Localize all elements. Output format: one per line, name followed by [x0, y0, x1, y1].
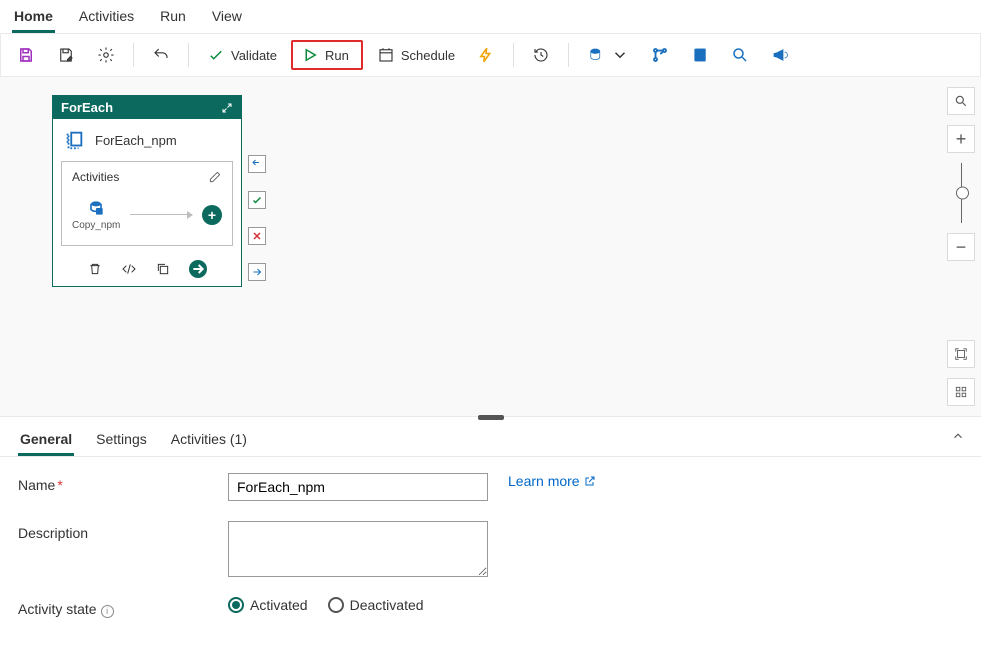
copy-node-label: Copy_npm	[72, 220, 120, 231]
status-completion-badge[interactable]	[248, 263, 266, 281]
fit-screen-button[interactable]	[947, 340, 975, 368]
run-label: Run	[325, 48, 349, 63]
bolt-icon	[477, 46, 495, 64]
radio-deactivated[interactable]: Deactivated	[328, 597, 424, 613]
topnav-view[interactable]: View	[210, 4, 244, 33]
activity-state-label: Activity statei	[18, 597, 228, 618]
inner-activities-label: Activities	[72, 170, 119, 184]
topnav-run[interactable]: Run	[158, 4, 188, 33]
gear-icon	[97, 46, 115, 64]
name-input[interactable]	[228, 473, 488, 501]
flow-arrow	[130, 214, 192, 215]
undo-button[interactable]	[144, 40, 178, 70]
code-icon[interactable]	[121, 261, 137, 277]
chevron-up-icon	[951, 429, 965, 443]
save-as-button[interactable]	[49, 40, 83, 70]
save-as-icon	[57, 46, 75, 64]
check-icon	[207, 46, 225, 64]
activity-inner-panel: Activities Copy_npm +	[61, 161, 233, 246]
zoom-out-button[interactable]: −	[947, 233, 975, 261]
pencil-icon[interactable]	[208, 170, 222, 184]
copy-activity-node[interactable]: Copy_npm	[72, 198, 120, 231]
zoom-slider[interactable]	[961, 163, 962, 223]
search-icon	[731, 46, 749, 64]
status-skip-badge[interactable]	[248, 155, 266, 173]
search-icon	[954, 94, 968, 108]
validate-button[interactable]: Validate	[199, 40, 285, 70]
info-icon[interactable]: i	[101, 605, 114, 618]
topnav-home[interactable]: Home	[12, 4, 55, 33]
canvas-search-button[interactable]	[947, 87, 975, 115]
description-input[interactable]	[228, 521, 488, 577]
validate-label: Validate	[231, 48, 277, 63]
copy-data-icon	[86, 198, 106, 218]
add-activity-button[interactable]: +	[202, 205, 222, 225]
trash-icon[interactable]	[87, 261, 103, 277]
topnav-activities[interactable]: Activities	[77, 4, 136, 33]
chevron-down-icon	[611, 46, 629, 64]
history-icon	[532, 46, 550, 64]
trigger-button[interactable]	[469, 40, 503, 70]
save-button[interactable]	[9, 40, 43, 70]
undo-icon	[152, 46, 170, 64]
status-success-badge[interactable]	[248, 191, 266, 209]
fit-icon	[954, 347, 968, 361]
announce-button[interactable]	[763, 40, 797, 70]
mini-map-button[interactable]	[947, 378, 975, 406]
activity-type: ForEach	[61, 100, 113, 115]
panel-collapse-button[interactable]	[951, 429, 965, 446]
canvas-zoom-rail: + −	[941, 77, 981, 416]
history-button[interactable]	[524, 40, 558, 70]
schedule-label: Schedule	[401, 48, 455, 63]
schedule-button[interactable]: Schedule	[369, 40, 463, 70]
arrow-right-icon	[190, 261, 206, 277]
pipeline-canvas[interactable]: ForEach ForEach_npm Activities Copy_npm	[0, 77, 981, 417]
map-icon	[954, 385, 968, 399]
search-button[interactable]	[723, 40, 757, 70]
toolbar: Validate Run Schedule	[0, 34, 981, 77]
activity-name: ForEach_npm	[95, 133, 177, 148]
activity-status-badges: ✕	[248, 155, 266, 281]
go-button[interactable]	[189, 260, 207, 278]
properties-panel: General Settings Activities (1) Name* Le…	[0, 417, 981, 644]
external-link-icon	[584, 475, 596, 487]
dataset-button[interactable]	[579, 40, 637, 70]
radio-activated[interactable]: Activated	[228, 597, 308, 613]
learn-more-link[interactable]: Learn more	[508, 473, 963, 489]
description-label: Description	[18, 521, 228, 541]
foreach-activity-card[interactable]: ForEach ForEach_npm Activities Copy_npm	[52, 95, 242, 287]
tab-general[interactable]: General	[18, 425, 74, 456]
copy-icon[interactable]	[155, 261, 171, 277]
activity-header: ForEach	[53, 96, 241, 119]
save-icon	[17, 46, 35, 64]
calendar-icon	[377, 46, 395, 64]
settings-button[interactable]	[89, 40, 123, 70]
expand-icon[interactable]	[221, 102, 233, 114]
tab-activities[interactable]: Activities (1)	[169, 425, 249, 456]
top-nav: Home Activities Run View	[0, 0, 981, 34]
notebook-button[interactable]	[683, 40, 717, 70]
zoom-in-button[interactable]: +	[947, 125, 975, 153]
run-button[interactable]: Run	[291, 40, 363, 70]
play-icon	[301, 46, 319, 64]
book-icon	[691, 46, 709, 64]
branch-icon	[651, 46, 669, 64]
database-icon	[587, 46, 605, 64]
status-fail-badge[interactable]: ✕	[248, 227, 266, 245]
name-label: Name*	[18, 473, 228, 493]
tab-settings[interactable]: Settings	[94, 425, 149, 456]
branch-button[interactable]	[643, 40, 677, 70]
megaphone-icon	[771, 46, 789, 64]
foreach-icon	[63, 129, 85, 151]
